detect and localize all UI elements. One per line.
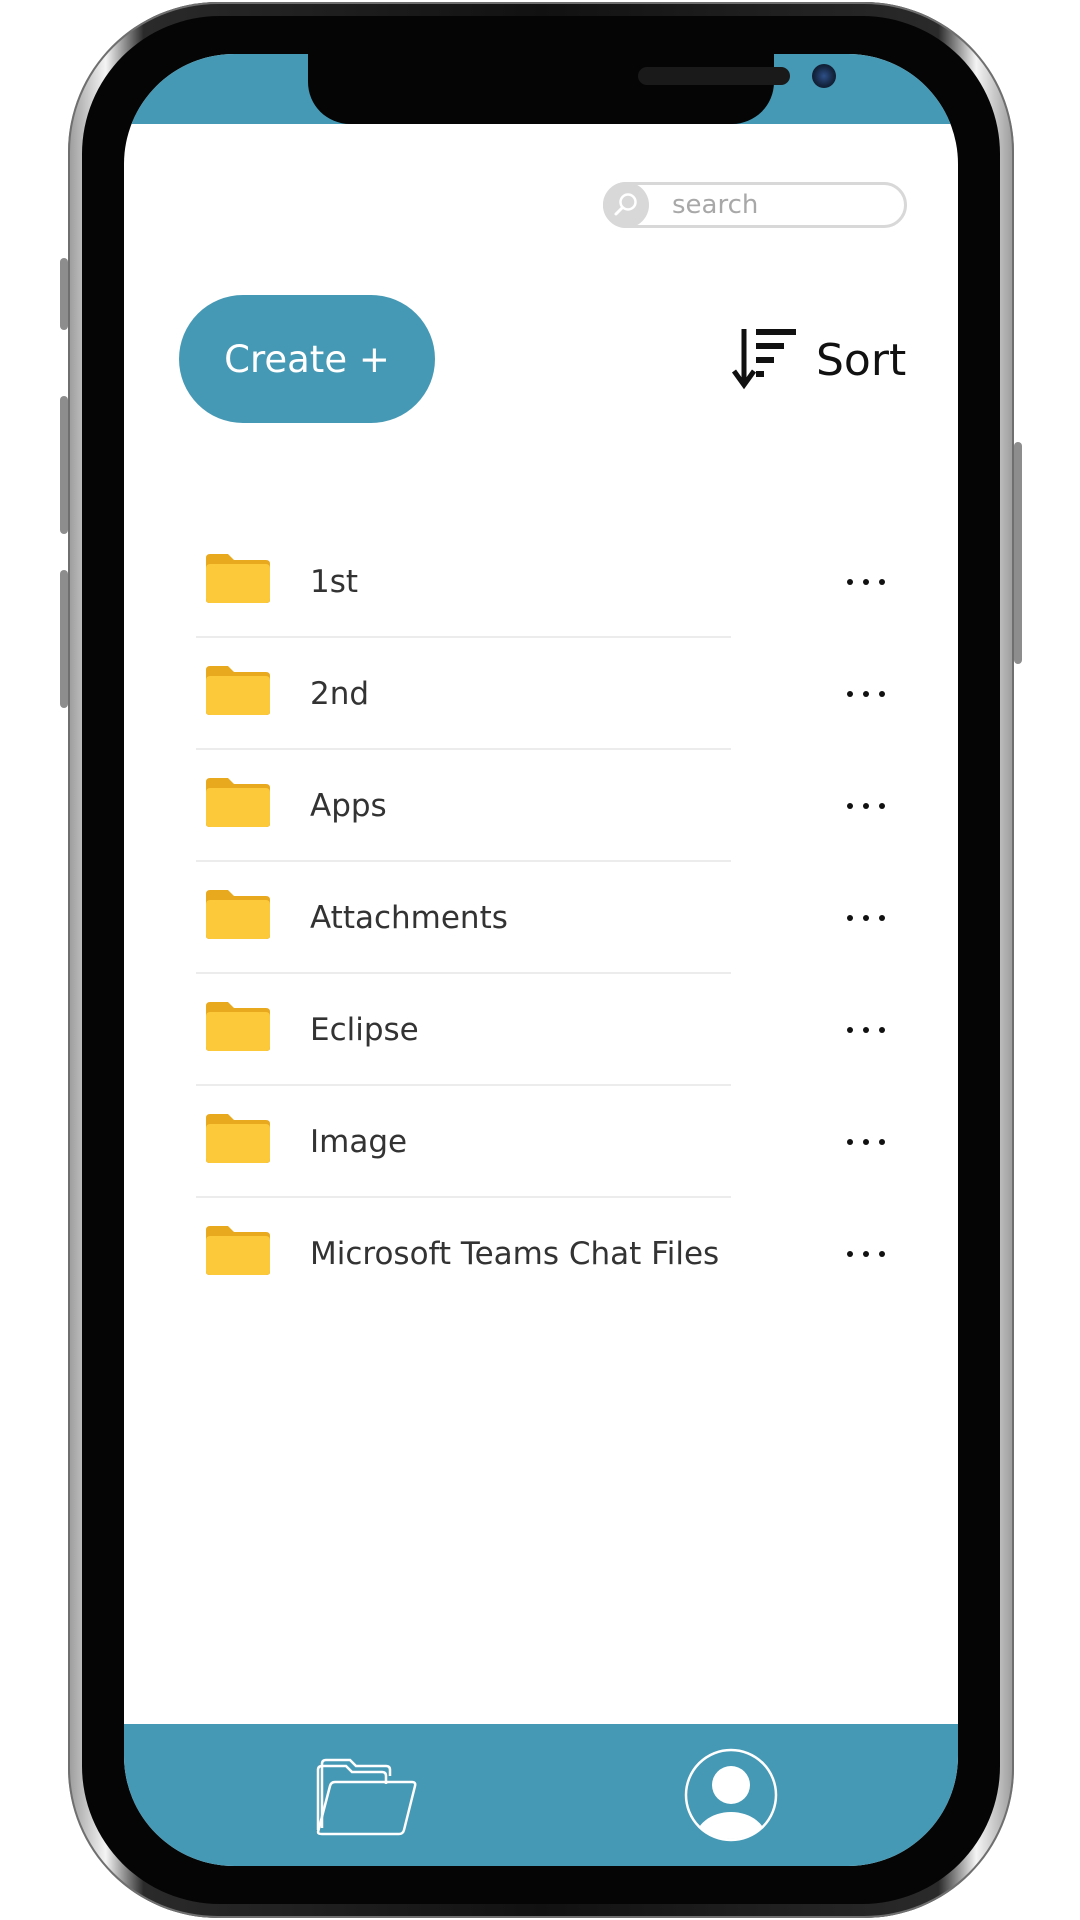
folder-name: Eclipse [310, 1012, 419, 1048]
folder-list: 1st 2nd Apps Attachments Eclipse Image M… [196, 54, 906, 1554]
list-item[interactable]: Image [196, 1086, 906, 1198]
list-item[interactable]: Eclipse [196, 974, 906, 1086]
volume-down-button [60, 570, 68, 708]
screen: Create + Sort 1st 2nd [124, 54, 958, 1866]
list-item[interactable]: Microsoft Teams Chat Files [196, 1198, 906, 1310]
volume-up-button [60, 396, 68, 534]
folder-icon [206, 1226, 270, 1275]
folder-name: 1st [310, 564, 359, 600]
more-options-icon[interactable] [836, 1236, 896, 1272]
folder-name: Apps [310, 788, 387, 824]
power-button [1014, 442, 1022, 664]
folder-name: Attachments [310, 900, 508, 936]
folder-icon [206, 890, 270, 939]
folder-icon [206, 1002, 270, 1051]
folder-name: 2nd [310, 676, 370, 712]
more-options-icon[interactable] [836, 1124, 896, 1160]
more-options-icon[interactable] [836, 1012, 896, 1048]
folder-icon [206, 778, 270, 827]
more-options-icon[interactable] [836, 900, 896, 936]
folder-icon [206, 1114, 270, 1163]
folder-name: Microsoft Teams Chat Files [310, 1236, 720, 1272]
list-item[interactable]: 2nd [196, 638, 906, 750]
list-item[interactable]: 1st [196, 526, 906, 638]
folder-name: Image [310, 1124, 408, 1160]
folders-icon[interactable] [316, 1754, 418, 1838]
list-item[interactable]: Attachments [196, 862, 906, 974]
more-options-icon[interactable] [836, 676, 896, 712]
mute-switch [60, 258, 68, 330]
more-options-icon[interactable] [836, 564, 896, 600]
bottom-nav-bar [124, 1724, 958, 1866]
list-item[interactable]: Apps [196, 750, 906, 862]
profile-icon[interactable] [684, 1748, 778, 1842]
folder-icon [206, 554, 270, 603]
folder-icon [206, 666, 270, 715]
more-options-icon[interactable] [836, 788, 896, 824]
